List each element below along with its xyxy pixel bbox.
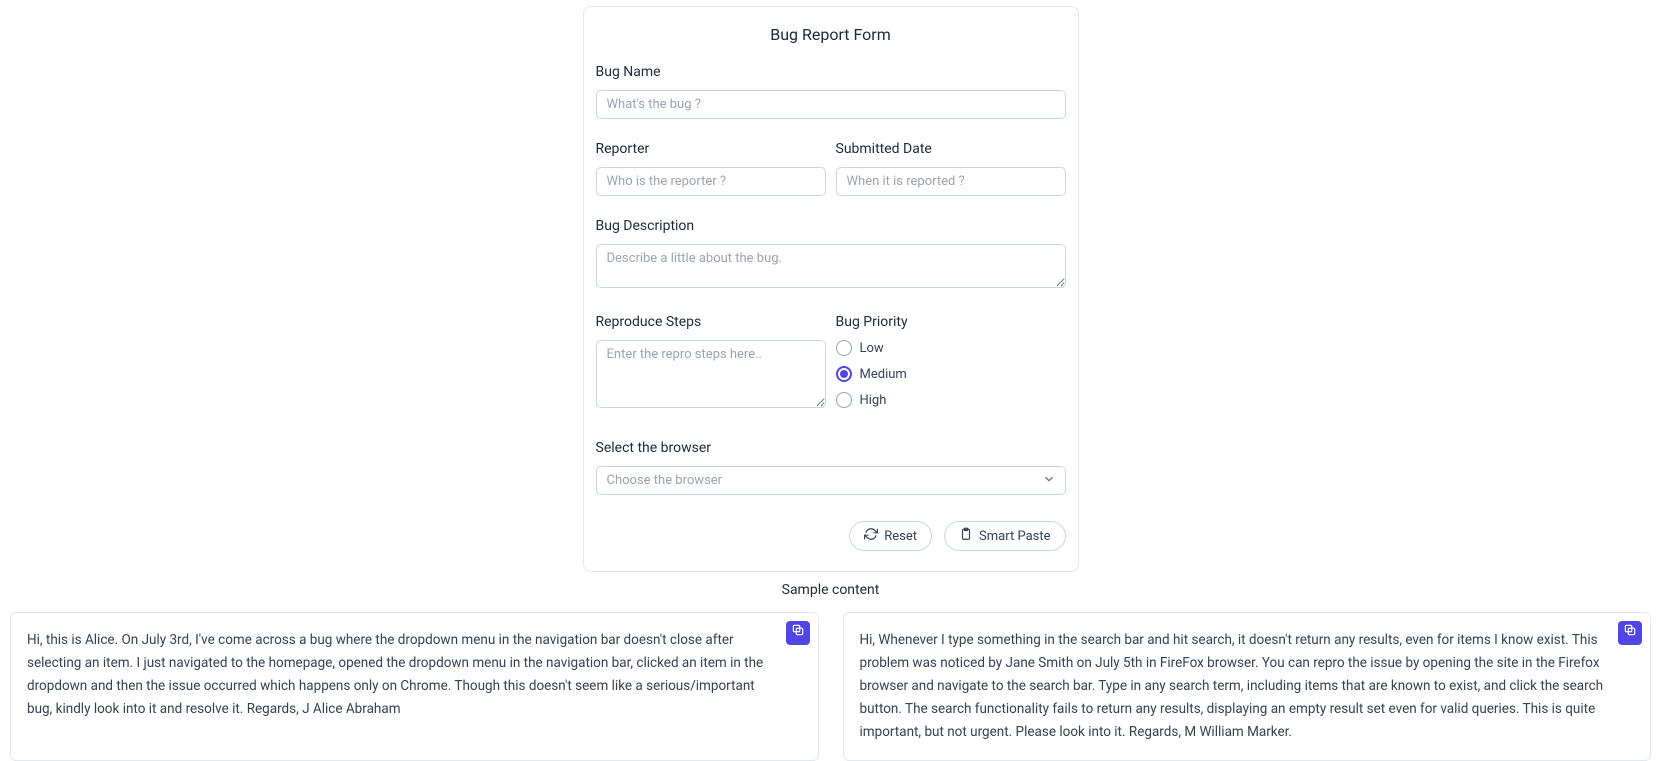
- priority-medium-label: Medium: [860, 367, 907, 382]
- priority-low[interactable]: Low: [836, 340, 1066, 356]
- reporter-input[interactable]: [596, 167, 826, 196]
- description-label: Bug Description: [596, 218, 1066, 234]
- refresh-icon: [864, 527, 878, 545]
- form-title: Bug Report Form: [596, 25, 1066, 44]
- reset-button[interactable]: Reset: [849, 521, 932, 551]
- reset-button-label: Reset: [884, 529, 917, 544]
- radio-icon: [836, 366, 852, 382]
- sample-card: Hi, Whenever I type something in the sea…: [843, 612, 1652, 761]
- repro-field: Reproduce Steps: [596, 314, 826, 418]
- sample-text: Hi, this is Alice. On July 3rd, I've com…: [27, 629, 778, 721]
- submitted-date-field: Submitted Date: [836, 141, 1066, 196]
- browser-select[interactable]: Choose the browser: [596, 466, 1066, 495]
- copy-button[interactable]: [1618, 621, 1642, 645]
- submitted-date-input[interactable]: [836, 167, 1066, 196]
- radio-icon: [836, 392, 852, 408]
- smart-paste-button[interactable]: Smart Paste: [944, 521, 1065, 551]
- copy-icon: [791, 622, 805, 645]
- sample-text: Hi, Whenever I type something in the sea…: [860, 629, 1611, 744]
- priority-label: Bug Priority: [836, 314, 1066, 330]
- submitted-date-label: Submitted Date: [836, 141, 1066, 157]
- description-field: Bug Description: [596, 218, 1066, 292]
- copy-button[interactable]: [786, 621, 810, 645]
- clipboard-icon: [959, 527, 973, 545]
- bug-name-field: Bug Name: [596, 64, 1066, 119]
- priority-medium[interactable]: Medium: [836, 366, 1066, 382]
- browser-label: Select the browser: [596, 440, 1066, 456]
- priority-high[interactable]: High: [836, 392, 1066, 408]
- repro-label: Reproduce Steps: [596, 314, 826, 330]
- browser-field: Select the browser Choose the browser: [596, 440, 1066, 495]
- priority-high-label: High: [860, 393, 887, 408]
- copy-icon: [1623, 622, 1637, 645]
- repro-textarea[interactable]: [596, 340, 826, 408]
- radio-icon: [836, 340, 852, 356]
- description-textarea[interactable]: [596, 244, 1066, 288]
- smart-paste-button-label: Smart Paste: [979, 529, 1050, 544]
- reporter-field: Reporter: [596, 141, 826, 196]
- priority-low-label: Low: [860, 341, 884, 356]
- reporter-label: Reporter: [596, 141, 826, 157]
- priority-field: Bug Priority Low Medium High: [836, 314, 1066, 418]
- sample-heading: Sample content: [0, 582, 1661, 598]
- bug-report-card: Bug Report Form Bug Name Reporter Submit…: [583, 6, 1079, 572]
- bug-name-label: Bug Name: [596, 64, 1066, 80]
- bug-name-input[interactable]: [596, 90, 1066, 119]
- sample-card: Hi, this is Alice. On July 3rd, I've com…: [10, 612, 819, 761]
